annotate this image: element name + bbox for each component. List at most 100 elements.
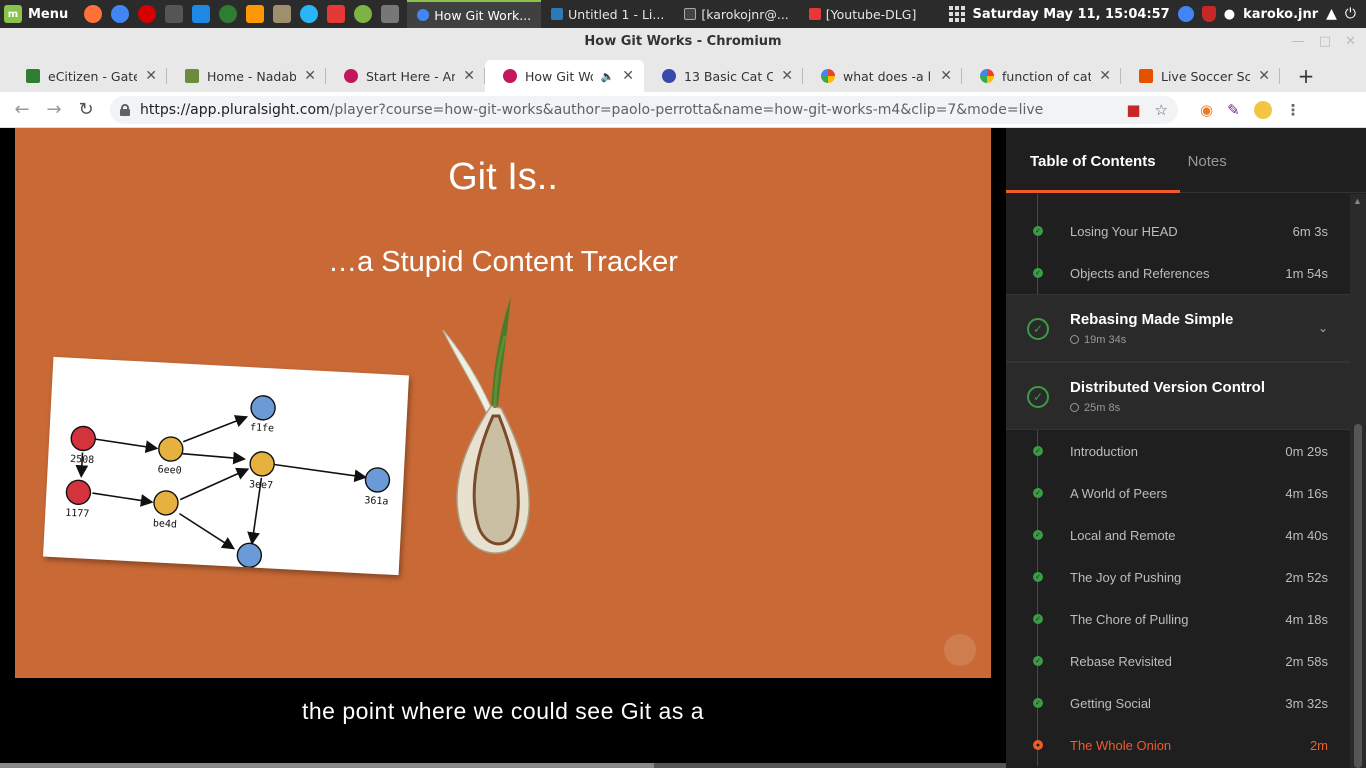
clip-item[interactable]: ✓ Losing Your HEAD 6m 3s: [1006, 210, 1350, 252]
clip-duration: 1m 54s: [1285, 265, 1328, 281]
task-youtube-dlg[interactable]: [Youtube-DLG]: [799, 0, 927, 28]
tab-close-icon[interactable]: ✕: [781, 68, 793, 84]
pen-extension-icon[interactable]: ✎: [1227, 101, 1240, 119]
task-terminal[interactable]: [karokojnr@...: [674, 0, 798, 28]
clip-item[interactable]: ✓ Getting Social 3m 32s: [1006, 682, 1350, 724]
wifi-icon[interactable]: ▲: [1326, 6, 1337, 22]
commit-label: f1fe: [250, 422, 275, 434]
chromium-tray-icon[interactable]: [1177, 6, 1194, 22]
menu-kebab-icon[interactable]: ⋮: [1286, 101, 1301, 119]
os-panel: m Menu How Git Work... Untitled 1 - Li..…: [0, 0, 1366, 28]
apps-grid-icon[interactable]: [948, 6, 965, 22]
complete-check-icon: ✓: [1033, 446, 1043, 456]
scrollbar-thumb[interactable]: [1354, 424, 1362, 768]
commit-label: be4d: [153, 518, 178, 530]
files-launcher-icon[interactable]: [273, 5, 292, 23]
video-progress-bar[interactable]: [0, 763, 1006, 768]
opera-launcher-icon[interactable]: [138, 5, 157, 23]
clip-duration: 2m: [1309, 737, 1328, 753]
shield-tray-icon[interactable]: [1201, 6, 1216, 22]
clip-item[interactable]: ✓ A World of Peers 4m 16s: [1006, 472, 1350, 514]
emoji-extension-icon[interactable]: [1253, 100, 1272, 119]
clip-item[interactable]: ✓ Objects and References 1m 54s: [1006, 252, 1350, 294]
clip-item[interactable]: ✓ Local and Remote 4m 40s: [1006, 514, 1350, 556]
module-title: Distributed Version Control: [1070, 378, 1266, 396]
vscode-launcher-icon[interactable]: [192, 5, 211, 23]
spotify-launcher-icon[interactable]: [219, 5, 238, 23]
tab-how-git-works[interactable]: How Git Works 🔈 ✕: [485, 60, 644, 92]
task-libreoffice[interactable]: Untitled 1 - Li...: [541, 0, 674, 28]
module-rebasing-made-simple[interactable]: ✓ Rebasing Made Simple 19m 34s ⌄: [1006, 294, 1350, 362]
user-name[interactable]: karoko.jnr: [1243, 7, 1318, 22]
task-label: [Youtube-DLG]: [825, 6, 917, 22]
task-chromium[interactable]: How Git Work...: [407, 0, 542, 28]
tab-live-soccer[interactable]: Live Soccer Scores ✕: [1121, 60, 1280, 92]
pluralsight-favicon-icon: [344, 69, 358, 83]
sublime-launcher-icon[interactable]: [246, 5, 265, 23]
course-sidebar: Table of Contents Notes ✓ Losing Your HE…: [1006, 128, 1366, 768]
pluralsight-favicon-icon: [503, 69, 517, 83]
new-tab-button[interactable]: +: [1292, 60, 1320, 92]
clip-item[interactable]: ✓ The Joy of Pushing 2m 52s: [1006, 556, 1350, 598]
android-studio-launcher-icon[interactable]: [354, 5, 373, 23]
lock-icon[interactable]: [120, 103, 130, 116]
clip-duration: 3m 32s: [1285, 695, 1328, 711]
clock-icon: [1070, 335, 1079, 344]
terminal-launcher-icon[interactable]: [165, 5, 184, 23]
camera-launcher-icon[interactable]: [381, 5, 400, 23]
forward-arrow-icon[interactable]: →: [40, 96, 68, 124]
clip-item-current[interactable]: ● The Whole Onion 2m: [1006, 724, 1350, 766]
tab-title: function of cat text: [1002, 68, 1092, 84]
tab-close-icon[interactable]: ✕: [145, 68, 157, 84]
tab-google-search-2[interactable]: function of cat text ✕: [962, 60, 1121, 92]
telegram-launcher-icon[interactable]: [300, 5, 319, 23]
bookmark-star-icon[interactable]: ☆: [1155, 101, 1168, 119]
video-player[interactable]: Git Is.. …a Stupid Content Tracker 2508 …: [15, 128, 991, 678]
tab-close-icon[interactable]: ✕: [622, 68, 634, 84]
tab-google-search-1[interactable]: what does -a linux ✕: [803, 60, 962, 92]
clip-item[interactable]: ✓ Introduction 0m 29s: [1006, 430, 1350, 472]
sidebar-scrollbar[interactable]: ▲: [1350, 194, 1366, 768]
audio-playing-icon[interactable]: 🔈: [601, 70, 615, 83]
blocked-content-icon[interactable]: ■: [1126, 101, 1140, 119]
now-playing-icon: ●: [1033, 740, 1043, 750]
tab-close-icon[interactable]: ✕: [304, 68, 316, 84]
downloader-launcher-icon[interactable]: [327, 5, 346, 23]
back-arrow-icon[interactable]: ←: [8, 96, 36, 124]
tab-title: 13 Basic Cat Commands: [684, 68, 774, 84]
tab-notes[interactable]: Notes: [1188, 153, 1227, 192]
tab-close-icon[interactable]: ✕: [1099, 68, 1111, 84]
tab-cat-commands[interactable]: 13 Basic Cat Commands ✕: [644, 60, 803, 92]
reload-icon[interactable]: ↻: [72, 96, 100, 124]
clip-item[interactable]: ✓ Rebase Revisited 2m 58s: [1006, 640, 1350, 682]
tab-close-icon[interactable]: ✕: [940, 68, 952, 84]
clip-duration: 0m 29s: [1285, 443, 1328, 459]
tab-close-icon[interactable]: ✕: [463, 68, 475, 84]
complete-check-icon: ✓: [1033, 698, 1043, 708]
tab-start-here[interactable]: Start Here - Andrei ✕: [326, 60, 485, 92]
chromium-launcher-icon[interactable]: [111, 5, 130, 23]
url-path: /player?course=how-git-works&author=paol…: [329, 101, 1044, 118]
clip-item[interactable]: ✓ The Chore of Pulling 4m 18s: [1006, 598, 1350, 640]
url-text[interactable]: https://app.pluralsight.com/player?cours…: [140, 102, 1043, 118]
scroll-up-arrow-icon[interactable]: ▲: [1353, 196, 1362, 206]
clock[interactable]: Saturday May 11, 15:04:57: [973, 7, 1170, 22]
play-overlay-icon[interactable]: [944, 634, 976, 666]
tag-extension-icon[interactable]: ◉: [1200, 101, 1213, 119]
firefox-launcher-icon[interactable]: [84, 5, 103, 23]
tab-nadab-hub[interactable]: Home - Nadab Hub ✕: [167, 60, 326, 92]
module-duration: 19m 34s: [1084, 333, 1127, 346]
chevron-down-icon[interactable]: ⌄: [1318, 321, 1328, 335]
close-window-icon[interactable]: ✕: [1345, 28, 1356, 56]
module-distributed-version-control[interactable]: ✓ Distributed Version Control 25m 8s: [1006, 362, 1350, 430]
menu-button[interactable]: m Menu: [0, 0, 76, 28]
minimize-icon[interactable]: —: [1292, 28, 1305, 56]
menu-label: Menu: [28, 6, 69, 22]
address-bar[interactable]: https://app.pluralsight.com/player?cours…: [110, 95, 1178, 124]
maximize-icon[interactable]: □: [1319, 28, 1331, 56]
tab-title: Live Soccer Scores: [1161, 68, 1251, 84]
tab-ecitizen[interactable]: eCitizen - Gateway ✕: [8, 60, 167, 92]
tab-close-icon[interactable]: ✕: [1258, 68, 1270, 84]
power-icon[interactable]: ⏻: [1345, 6, 1356, 22]
tab-table-of-contents[interactable]: Table of Contents: [1006, 153, 1180, 193]
